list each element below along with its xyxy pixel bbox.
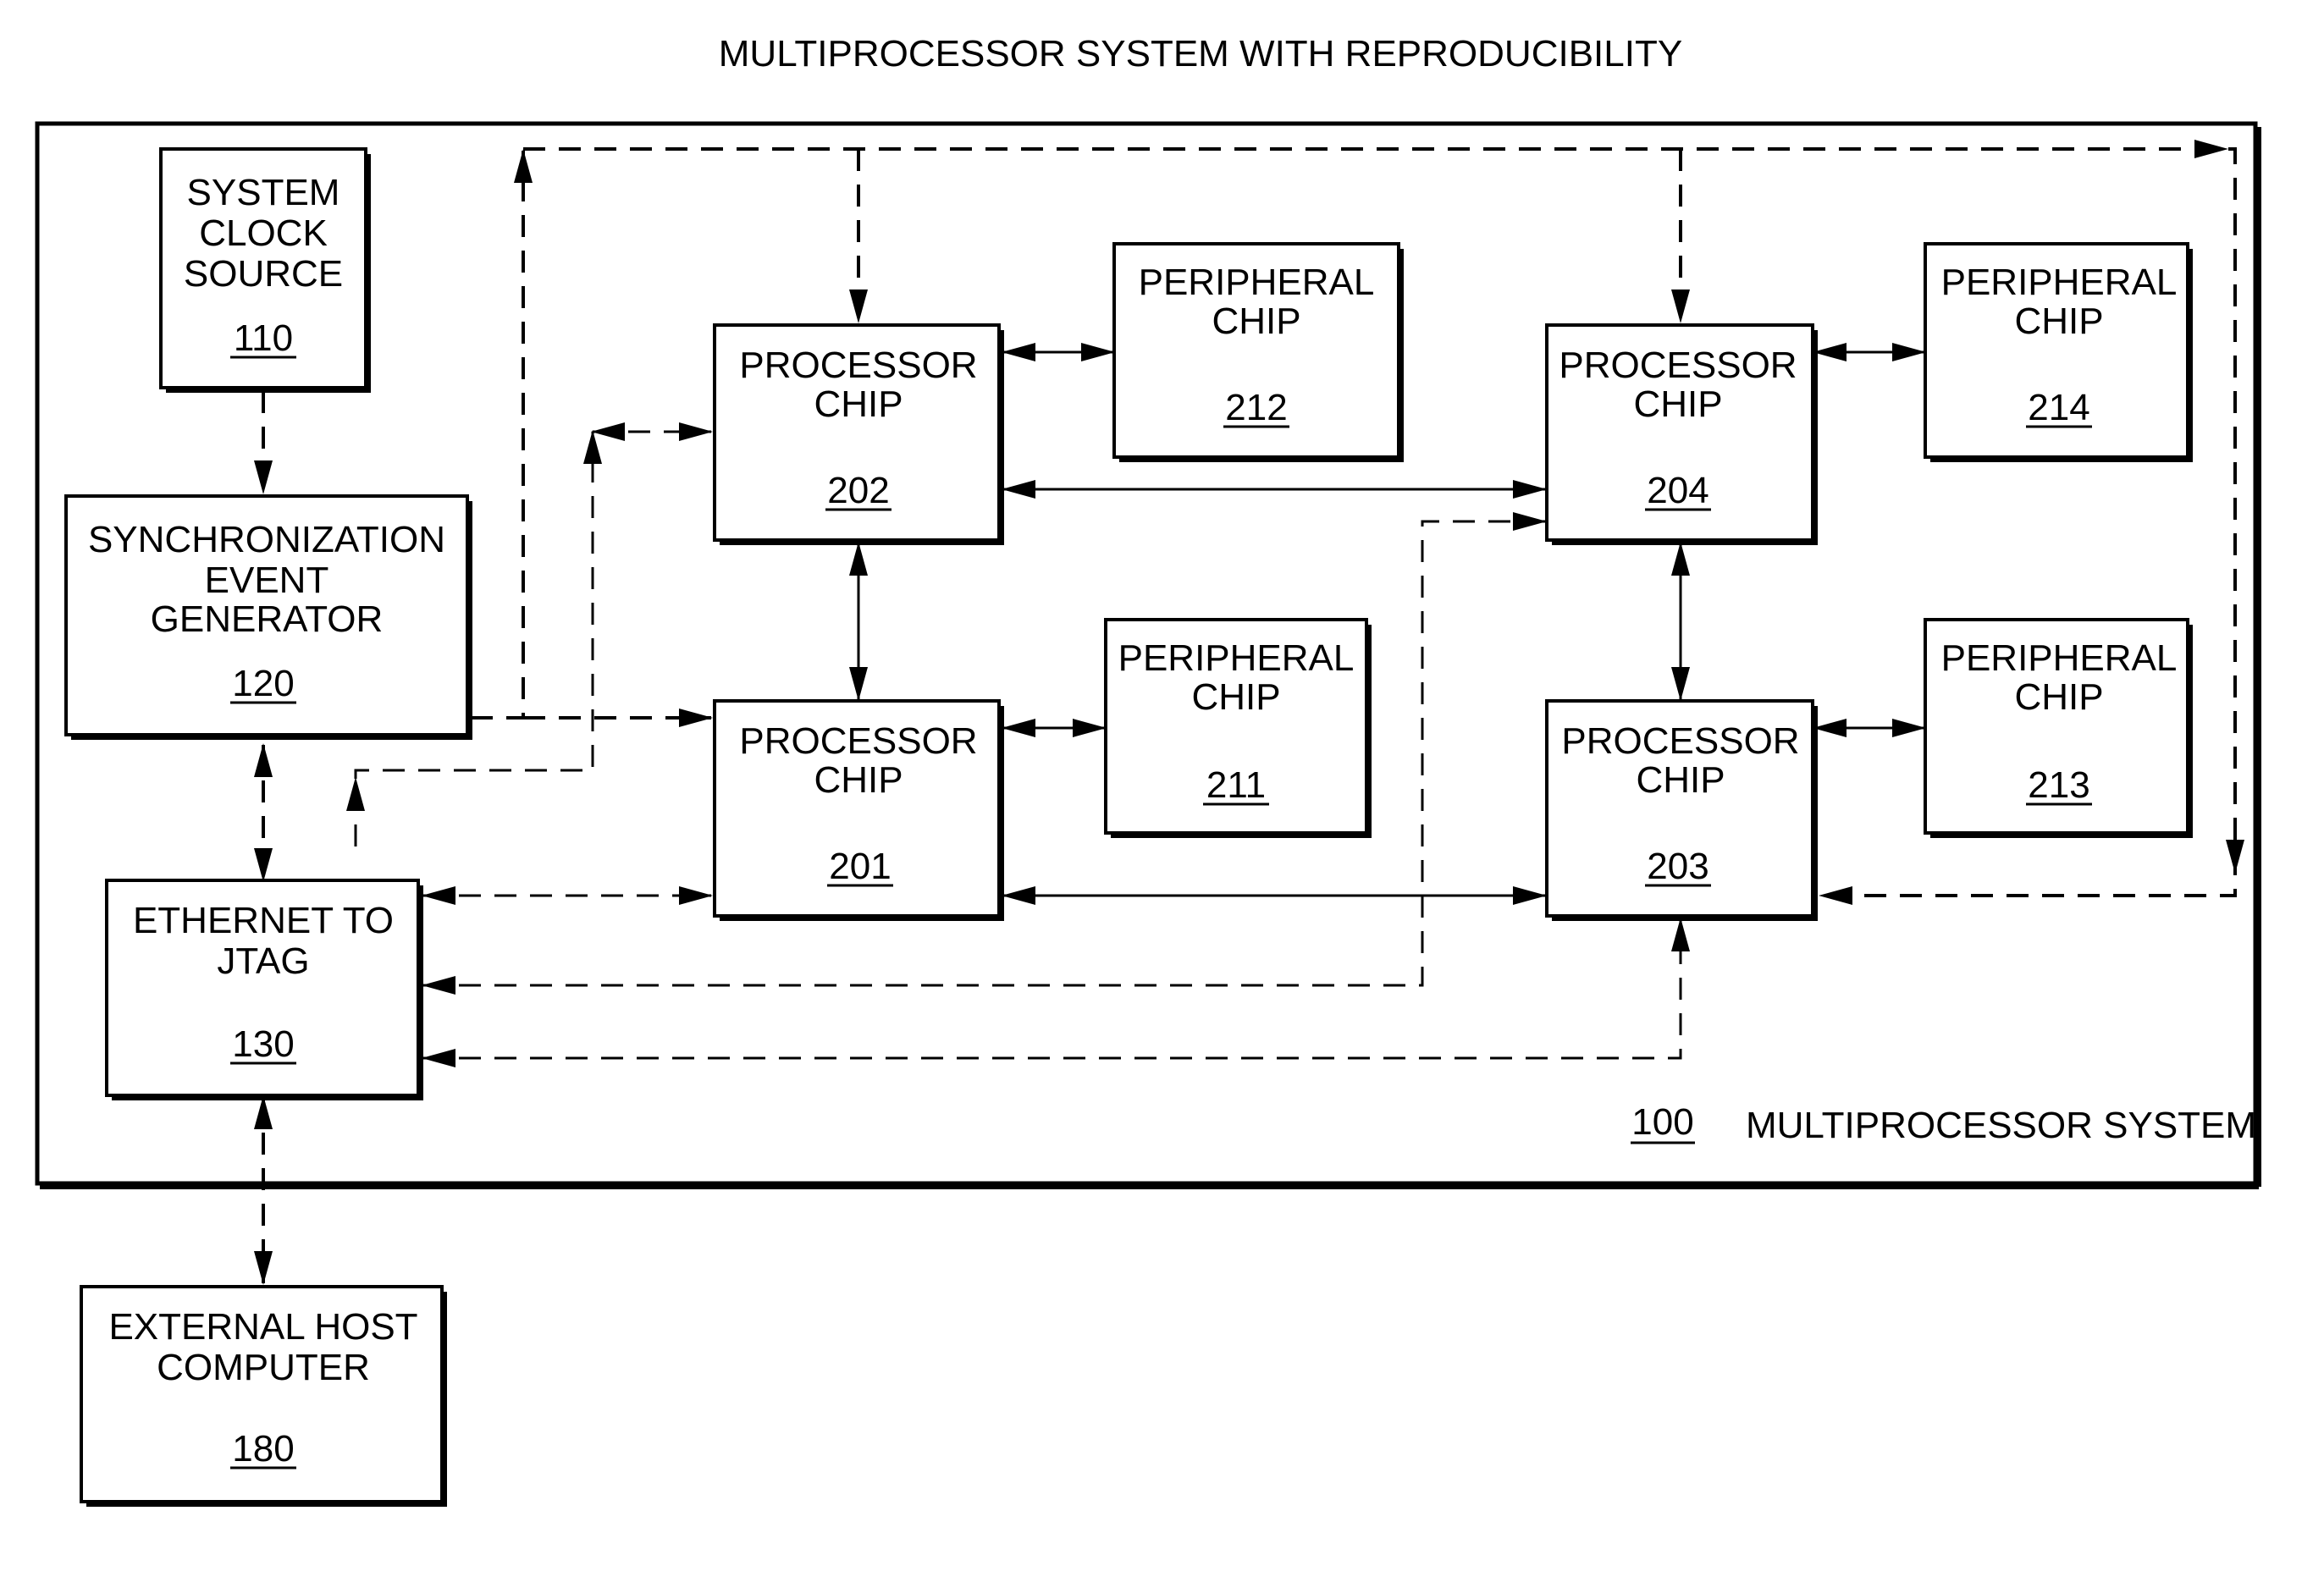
block-label: CHIP (2014, 676, 2103, 718)
block-ref: 204 (1647, 470, 1708, 511)
block-label: PERIPHERAL (1139, 262, 1375, 303)
block-label: EXTERNAL HOST (108, 1306, 417, 1348)
block-label: CHIP (814, 383, 903, 425)
block-processor-chip-202[interactable]: PROCESSOR CHIP 202 (713, 323, 1004, 545)
block-label: EVENT (205, 560, 329, 601)
block-ref: 201 (829, 846, 891, 887)
system-ref: 100 (1631, 1101, 1693, 1143)
block-label: CHIP (2014, 301, 2103, 342)
block-ref: 130 (232, 1023, 294, 1065)
block-label: ETHERNET TO (133, 900, 394, 941)
block-label: PERIPHERAL (1118, 637, 1355, 679)
block-label: PROCESSOR (739, 720, 977, 762)
block-label: PERIPHERAL (1941, 637, 2178, 679)
system-label: MULTIPROCESSOR SYSTEM (1746, 1105, 2256, 1146)
block-ref: 202 (827, 470, 889, 511)
block-ref: 213 (2028, 764, 2089, 806)
block-label: CHIP (1212, 301, 1300, 342)
block-synchronization-event-generator[interactable]: SYNCHRONIZATION EVENT GENERATOR 120 (64, 494, 472, 740)
block-processor-chip-204[interactable]: PROCESSOR CHIP 204 (1545, 323, 1818, 545)
block-label: CHIP (1636, 759, 1725, 801)
block-external-host-computer[interactable]: EXTERNAL HOST COMPUTER 180 (80, 1285, 447, 1507)
block-peripheral-chip-214[interactable]: PERIPHERAL CHIP 214 (1924, 242, 2193, 462)
block-ref: 212 (1225, 387, 1287, 428)
conn-sync-topbus (471, 149, 533, 720)
block-system-clock-source[interactable]: SYSTEM CLOCK SOURCE 110 (159, 147, 371, 393)
diagram-title: MULTIPROCESSOR SYSTEM WITH REPRODUCIBILI… (719, 33, 1682, 74)
block-peripheral-chip-211[interactable]: PERIPHERAL CHIP 211 (1104, 618, 1372, 838)
block-label: CHIP (1191, 676, 1280, 718)
block-label: PROCESSOR (739, 345, 977, 386)
block-processor-chip-201[interactable]: PROCESSOR CHIP 201 (713, 699, 1004, 921)
block-label: COMPUTER (157, 1347, 370, 1388)
block-label: PROCESSOR (1561, 720, 1799, 762)
block-label: CHIP (814, 759, 903, 801)
block-label: PERIPHERAL (1941, 262, 2178, 303)
block-label: SYSTEM (187, 172, 340, 213)
diagram-canvas: MULTIPROCESSOR SYSTEM WITH REPRODUCIBILI… (35, 33, 2261, 1507)
block-label: SOURCE (184, 253, 343, 295)
block-label: SYNCHRONIZATION (88, 519, 445, 560)
block-ref: 120 (232, 663, 294, 704)
block-ref: 180 (232, 1428, 294, 1469)
conn-jtag-p203 (422, 918, 1690, 1067)
block-label: PROCESSOR (1559, 345, 1797, 386)
block-label: GENERATOR (151, 598, 384, 640)
block-label: CHIP (1633, 383, 1722, 425)
block-ref: 214 (2028, 387, 2089, 428)
block-ref: 203 (1647, 846, 1708, 887)
block-ref: 110 (234, 317, 293, 359)
block-processor-chip-203[interactable]: PROCESSOR CHIP 203 (1545, 699, 1818, 921)
block-label: CLOCK (199, 212, 328, 254)
block-peripheral-chip-213[interactable]: PERIPHERAL CHIP 213 (1924, 618, 2193, 838)
block-ethernet-to-jtag[interactable]: ETHERNET TO JTAG 130 (105, 879, 423, 1100)
block-peripheral-chip-212[interactable]: PERIPHERAL CHIP 212 (1112, 242, 1404, 462)
block-ref: 211 (1206, 764, 1266, 806)
block-label: JTAG (217, 940, 309, 982)
